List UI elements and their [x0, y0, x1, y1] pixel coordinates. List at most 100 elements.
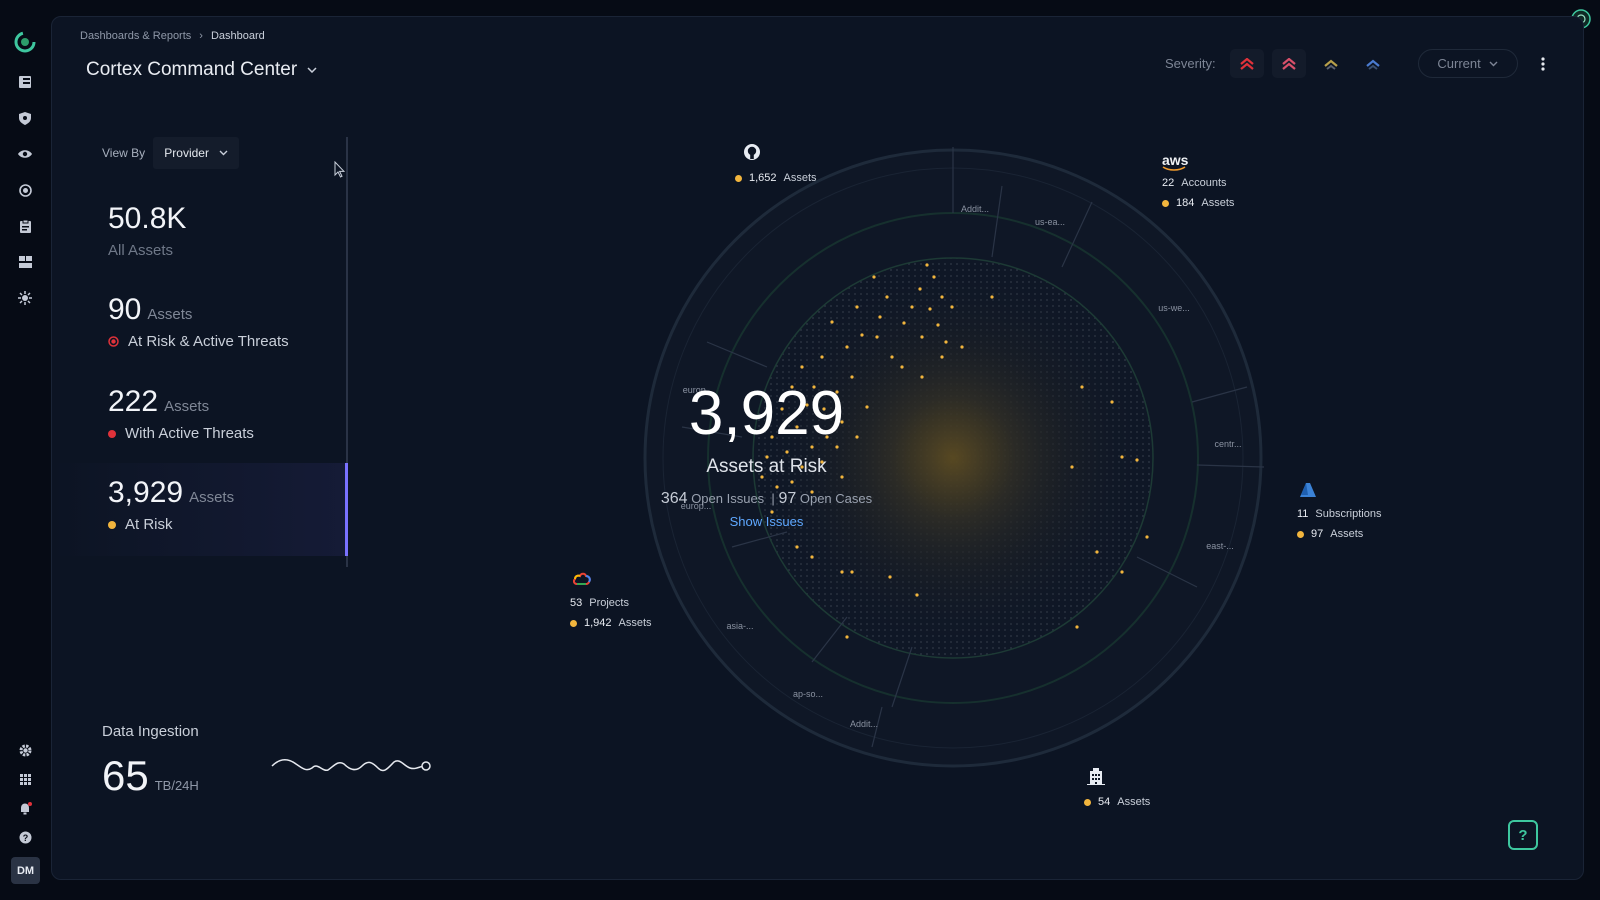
view-by-label: View By — [102, 146, 146, 160]
data-ingestion: Data Ingestion 65 TB/24H — [102, 723, 199, 800]
severity-high-button[interactable] — [1271, 49, 1306, 78]
double-chevron-up-critical-icon — [1239, 57, 1254, 70]
stat-value: 222 — [108, 385, 159, 418]
building-icon — [1087, 768, 1105, 785]
ingestion-sparkline — [271, 759, 431, 772]
clipboard-icon[interactable] — [16, 217, 34, 235]
stat-label: With Active Threats — [125, 425, 254, 442]
provider-on-prem[interactable]: 54 Assets — [1084, 767, 1150, 812]
region-label: east-... — [1206, 541, 1234, 551]
severity-medium-button[interactable] — [1314, 49, 1348, 78]
aws-logo: aws — [1162, 153, 1234, 167]
severity-label: Severity: — [1165, 56, 1216, 71]
gcp-assets-count: 1,942 — [584, 617, 612, 629]
provider-azure[interactable]: 11 Subscriptions 97 Assets — [1297, 483, 1381, 544]
chevron-up-low-icon — [1365, 59, 1380, 70]
breadcrumb-separator: › — [199, 30, 203, 42]
help-question-icon: ? — [1518, 826, 1528, 844]
gear-icon[interactable] — [16, 741, 34, 759]
aws-logo-text: aws — [1162, 152, 1189, 168]
threat-target-dot-icon — [108, 336, 119, 347]
gcp-projects-count: 53 — [570, 597, 583, 609]
region-label: europ... — [681, 501, 712, 511]
github-icon — [744, 144, 760, 160]
onprem-assets-label: Assets — [1117, 796, 1151, 808]
ingestion-unit: TB/24H — [154, 778, 199, 793]
help-button[interactable]: ? — [1508, 820, 1538, 850]
region-label: europ... — [683, 385, 714, 395]
view-by-control: View By Provider — [102, 137, 240, 169]
breadcrumb-current: Dashboard — [210, 30, 265, 42]
user-avatar[interactable]: DM — [11, 857, 40, 884]
stat-with-active-threats[interactable]: 222 Assets With Active Threats — [108, 385, 254, 442]
dashboard-icon[interactable] — [16, 73, 34, 91]
kebab-menu-icon — [1540, 56, 1545, 71]
region-label: us-we... — [1158, 303, 1190, 313]
severity-filter: Severity: Current — [1165, 49, 1550, 78]
risk-dot-icon — [1162, 199, 1169, 207]
gcp-assets-label: Assets — [618, 617, 652, 629]
eye-icon[interactable] — [16, 145, 34, 163]
severity-low-button[interactable] — [1356, 49, 1390, 78]
region-label: us-ea... — [1035, 217, 1065, 227]
view-by-select[interactable]: Provider — [153, 137, 240, 169]
google-cloud-icon — [572, 572, 591, 585]
stat-all-assets[interactable]: 50.8K All Assets — [108, 202, 186, 259]
stat-label: At Risk & Active Threats — [128, 333, 289, 350]
stat-unit: Assets — [147, 306, 193, 323]
risk-dot-icon — [1297, 530, 1304, 538]
region-label: asia-... — [726, 621, 753, 631]
region-label: ap-so... — [793, 689, 823, 699]
risk-dot-icon — [1084, 798, 1091, 806]
stat-unit: Assets — [189, 489, 235, 506]
azure-assets-count: 97 — [1311, 528, 1324, 540]
target-icon[interactable] — [16, 181, 34, 199]
provider-github[interactable]: 1,652 Assets — [735, 143, 817, 188]
severity-critical-button[interactable] — [1229, 49, 1264, 78]
region-label: Addit... — [961, 204, 989, 214]
cortex-logo-icon[interactable] — [14, 31, 36, 53]
region-label: Addit... — [850, 719, 878, 729]
region-label: centr... — [1214, 439, 1241, 449]
svg-text:?: ? — [22, 833, 28, 843]
double-chevron-up-high-icon — [1281, 57, 1296, 70]
ingestion-value: 65 — [102, 752, 149, 799]
view-by-value: Provider — [164, 146, 209, 160]
dashboard-selector[interactable]: Cortex Command Center — [86, 59, 317, 81]
time-range-select[interactable]: Current — [1417, 49, 1518, 78]
stat-value: 50.8K — [108, 202, 187, 235]
help-circle-icon[interactable]: ? — [16, 828, 34, 846]
chevron-up-medium-icon — [1323, 59, 1338, 70]
github-assets-count: 1,652 — [749, 172, 777, 184]
azure-subscriptions-label: Subscriptions — [1315, 508, 1382, 520]
nav-rail: ? DM — [0, 0, 50, 900]
aws-assets-count: 184 — [1176, 197, 1195, 209]
stat-value: 3,929 — [108, 476, 184, 509]
more-options-button[interactable] — [1536, 54, 1550, 74]
network-icon[interactable] — [16, 289, 34, 307]
chevron-down-icon — [307, 67, 317, 73]
time-range-value: Current — [1437, 56, 1481, 71]
shield-icon[interactable] — [16, 109, 34, 127]
github-assets-label: Assets — [783, 172, 817, 184]
main-panel: Dashboards & Reports › Dashboard Cortex … — [51, 16, 1584, 880]
assets-radial-chart[interactable]: Addit... us-ea... us-we... centr... east… — [642, 147, 1264, 769]
stat-label: All Assets — [108, 242, 174, 259]
bell-icon[interactable] — [16, 799, 34, 817]
provider-gcp[interactable]: 53 Projects 1,942 Assets — [570, 572, 652, 633]
chevron-down-icon — [219, 150, 228, 156]
risk-dot-icon — [735, 174, 742, 182]
stat-at-risk-active-threats[interactable]: 90 Assets At Risk & Active Threats — [108, 293, 289, 350]
breadcrumb-parent[interactable]: Dashboards & Reports — [80, 30, 191, 42]
mouse-cursor-icon — [334, 161, 345, 178]
ingestion-label: Data Ingestion — [102, 723, 199, 740]
stats-active-indicator — [345, 463, 348, 556]
chevron-down-icon — [1489, 61, 1498, 66]
breadcrumb: Dashboards & Reports › Dashboard — [80, 30, 265, 42]
apps-grid-icon[interactable] — [16, 770, 34, 788]
threat-dot-icon — [108, 429, 116, 438]
assets-icon[interactable] — [16, 253, 34, 271]
aws-accounts-count: 22 — [1162, 177, 1175, 189]
azure-assets-label: Assets — [1330, 528, 1364, 540]
provider-aws[interactable]: aws 22 Accounts 184 Assets — [1162, 153, 1234, 213]
